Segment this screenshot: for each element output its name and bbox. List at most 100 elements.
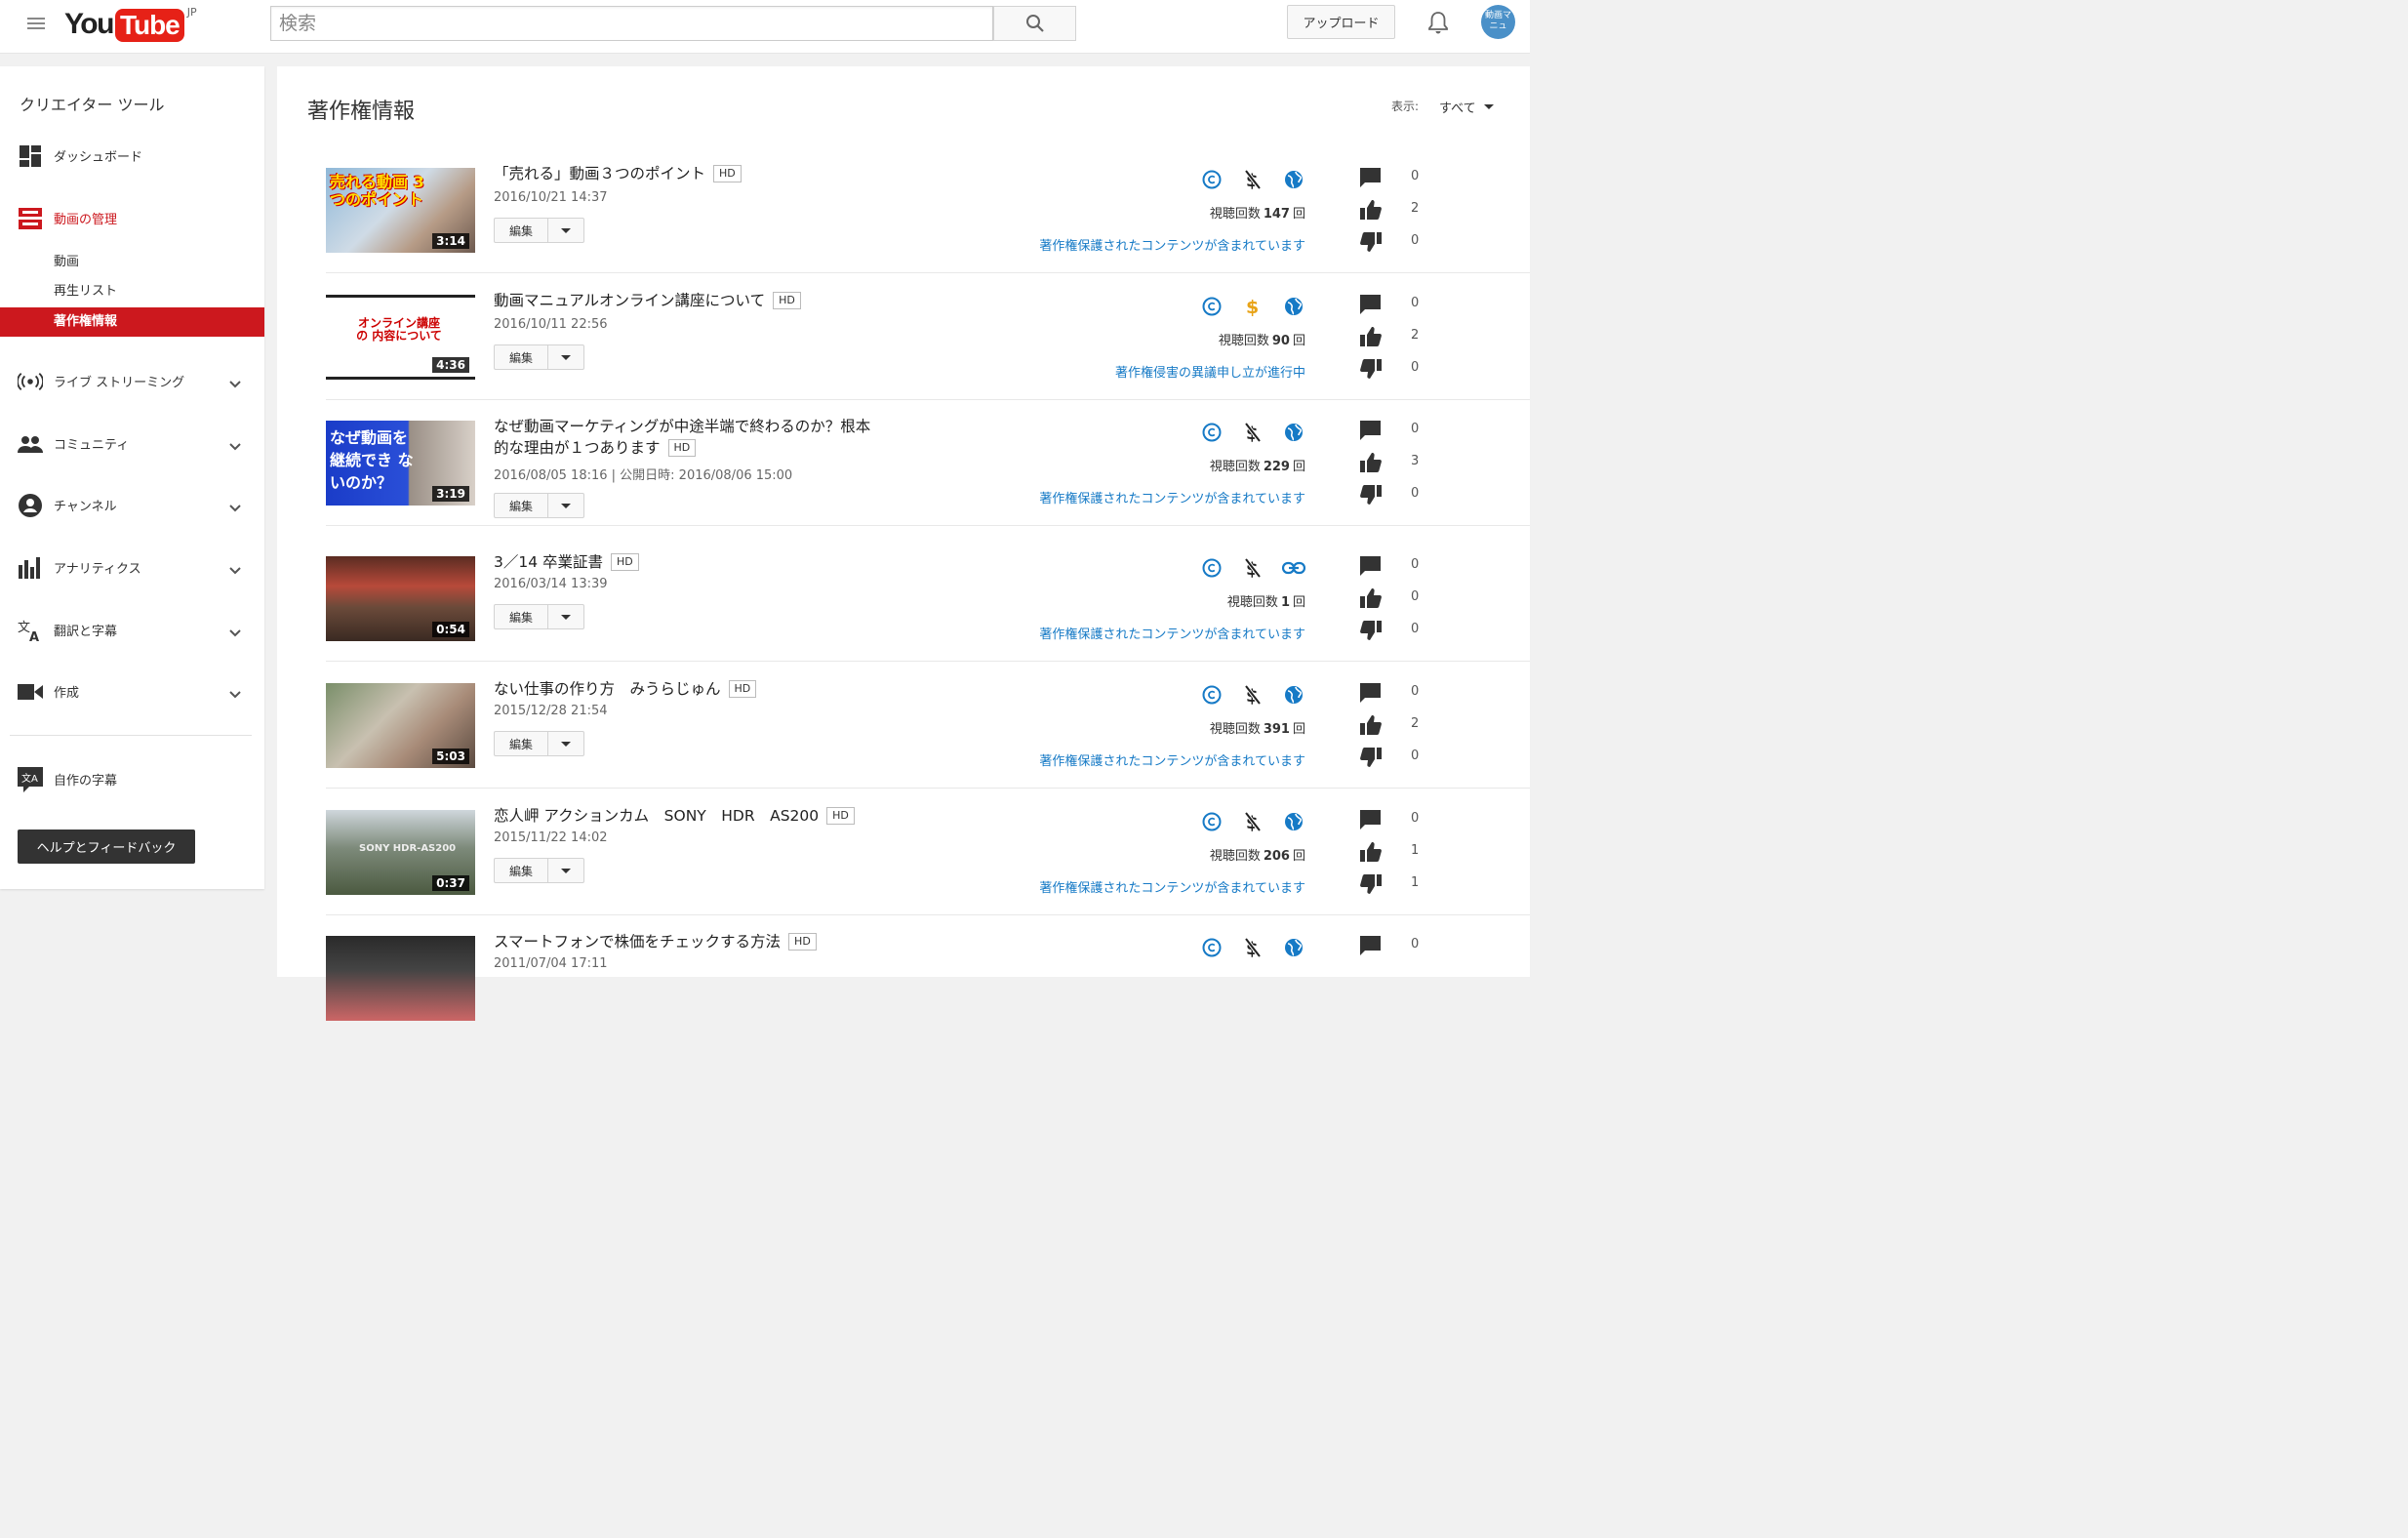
video-title[interactable]: 「売れる」動画３つのポイント HD bbox=[494, 163, 742, 184]
public-globe-icon[interactable] bbox=[1282, 810, 1305, 833]
edit-dropdown-button[interactable] bbox=[548, 732, 583, 755]
chevron-down-icon[interactable] bbox=[228, 561, 242, 580]
chevron-down-icon[interactable] bbox=[228, 437, 242, 456]
copyright-claim-link[interactable]: 著作権保護されたコンテンツが含まれています bbox=[1039, 750, 1305, 769]
video-row: SONY HDR-AS200 0:37 恋人岬 アクションカム SONY HDR A… bbox=[326, 789, 1530, 915]
video-date: 2011/07/04 17:11 bbox=[494, 956, 608, 971]
sidebar-subitem-copyright[interactable]: 著作権情報 bbox=[0, 307, 264, 337]
logo-region: JP bbox=[186, 6, 197, 19]
video-thumbnail[interactable]: SONY HDR-AS200 0:37 bbox=[326, 810, 475, 895]
sidebar-item-live-streaming[interactable]: ライブ ストリーミング bbox=[0, 361, 264, 400]
video-title[interactable]: 恋人岬 アクションカム SONY HDR AS200 HD bbox=[494, 805, 855, 827]
public-globe-icon[interactable] bbox=[1282, 168, 1305, 191]
notification-bell-icon[interactable] bbox=[1426, 10, 1450, 39]
copyright-claim-link[interactable]: 著作権保護されたコンテンツが含まれています bbox=[1039, 624, 1305, 642]
search-box bbox=[270, 6, 993, 41]
sidebar-item-video-manager[interactable]: 動画の管理 bbox=[0, 198, 264, 237]
sidebar-item-translations[interactable]: 文A 翻訳と字幕 bbox=[0, 610, 264, 649]
video-title[interactable]: 3／14 卒業証書 HD bbox=[494, 551, 639, 573]
sidebar-item-dashboard[interactable]: ダッシュボード bbox=[0, 136, 264, 175]
edit-button[interactable]: 編集 bbox=[495, 732, 548, 755]
video-thumbnail[interactable] bbox=[326, 936, 475, 1021]
not-monetized-icon[interactable]: $ bbox=[1241, 810, 1264, 833]
public-globe-icon[interactable] bbox=[1282, 683, 1305, 707]
search-input[interactable] bbox=[271, 7, 992, 40]
sidebar-item-channel[interactable]: チャンネル bbox=[0, 485, 264, 524]
chevron-down-icon[interactable] bbox=[228, 499, 242, 517]
video-thumbnail[interactable]: オンライン講座の 内容について 4:36 bbox=[326, 295, 475, 380]
sidebar-subitem-videos[interactable]: 動画 bbox=[0, 248, 264, 277]
sidebar-item-label: 翻訳と字幕 bbox=[54, 624, 118, 639]
chevron-down-icon[interactable] bbox=[228, 624, 242, 642]
edit-dropdown-button[interactable] bbox=[548, 859, 583, 882]
video-thumbnail[interactable]: なぜ動画を 継続でき ないのか？ 3:19 bbox=[326, 421, 475, 506]
edit-dropdown-button[interactable] bbox=[548, 219, 583, 242]
not-monetized-icon[interactable]: $ bbox=[1241, 683, 1264, 707]
video-thumbnail[interactable]: 5:03 bbox=[326, 683, 475, 768]
views-number: 147 bbox=[1263, 207, 1290, 222]
chevron-down-icon[interactable] bbox=[228, 375, 242, 393]
chevron-down-icon[interactable] bbox=[228, 685, 242, 704]
thumbs-up-icon bbox=[1360, 715, 1382, 739]
video-title[interactable]: なぜ動画マーケティングが中途半端で終わるのか？根本的な理由が１つあります HD bbox=[494, 416, 884, 459]
edit-button[interactable]: 編集 bbox=[495, 219, 548, 242]
filter-dropdown[interactable]: すべて bbox=[1439, 98, 1494, 116]
video-title[interactable]: ない仕事の作り方 みうらじゅん HD bbox=[494, 678, 757, 700]
main-content: 著作権情報 表示: すべて 売れる動画 3つのポイント 3:14 「売れる」動画３つ… bbox=[277, 66, 1530, 1021]
youtube-logo[interactable]: You Tube JP bbox=[64, 6, 197, 43]
copyright-icon[interactable] bbox=[1200, 810, 1224, 833]
copyright-icon[interactable] bbox=[1200, 556, 1224, 580]
edit-button[interactable]: 編集 bbox=[495, 345, 548, 369]
video-title[interactable]: スマートフォンで株価をチェックする方法 HD bbox=[494, 931, 817, 952]
help-feedback-button[interactable]: ヘルプとフィードバック bbox=[18, 830, 195, 864]
edit-button[interactable]: 編集 bbox=[495, 605, 548, 628]
copyright-icon[interactable] bbox=[1200, 683, 1224, 707]
not-monetized-icon[interactable]: $ bbox=[1241, 421, 1264, 444]
copyright-claim-link[interactable]: 著作権保護されたコンテンツが含まれています bbox=[1039, 488, 1305, 506]
video-thumbnail[interactable]: 0:54 bbox=[326, 556, 475, 641]
copyright-icon[interactable] bbox=[1200, 936, 1224, 959]
like-count: 1 bbox=[1411, 843, 1420, 858]
avatar[interactable]: 動画マニュ bbox=[1481, 5, 1515, 39]
copyright-icon[interactable] bbox=[1200, 168, 1224, 191]
copyright-icon[interactable] bbox=[1200, 295, 1224, 318]
sidebar-item-create[interactable]: 作成 bbox=[0, 671, 264, 710]
search-button[interactable] bbox=[993, 6, 1076, 41]
sidebar-item-community[interactable]: コミュニティ bbox=[0, 424, 264, 463]
likes-metric: 3 bbox=[1360, 451, 1438, 474]
menu-icon[interactable] bbox=[27, 16, 47, 31]
filter-value: すべて bbox=[1439, 101, 1476, 116]
public-globe-icon[interactable] bbox=[1282, 936, 1305, 959]
unlisted-link-icon[interactable] bbox=[1282, 556, 1305, 580]
public-globe-icon[interactable] bbox=[1282, 421, 1305, 444]
sidebar-item-own-subtitles[interactable]: 文A 自作の字幕 bbox=[0, 759, 264, 798]
dislikes-metric: 1 bbox=[1360, 872, 1438, 896]
view-count: 視聴回数 391 回 bbox=[1210, 718, 1305, 737]
public-globe-icon[interactable] bbox=[1282, 295, 1305, 318]
copyright-claim-link[interactable]: 著作権侵害の異議申し立が進行中 bbox=[1115, 362, 1305, 381]
sidebar-item-analytics[interactable]: アナリティクス bbox=[0, 547, 264, 587]
sidebar-subitem-playlists[interactable]: 再生リスト bbox=[0, 277, 264, 306]
edit-dropdown-button[interactable] bbox=[548, 605, 583, 628]
monetized-dollar-icon[interactable]: $ bbox=[1241, 295, 1264, 318]
copyright-icon[interactable] bbox=[1200, 421, 1224, 444]
not-monetized-icon[interactable]: $ bbox=[1241, 168, 1264, 191]
edit-button[interactable]: 編集 bbox=[495, 494, 548, 517]
video-thumbnail[interactable]: 売れる動画 3つのポイント 3:14 bbox=[326, 168, 475, 253]
hd-badge: HD bbox=[788, 933, 817, 951]
comment-count: 0 bbox=[1411, 811, 1420, 826]
copyright-claim-link[interactable]: 著作権保護されたコンテンツが含まれています bbox=[1039, 235, 1305, 254]
edit-button-group: 編集 bbox=[494, 604, 584, 629]
not-monetized-icon[interactable]: $ bbox=[1241, 936, 1264, 959]
video-title[interactable]: 動画マニュアルオンライン講座について HD bbox=[494, 290, 801, 311]
video-date: 2016/10/21 14:37 bbox=[494, 190, 608, 205]
video-row: なぜ動画を 継続でき ないのか？ 3:19 なぜ動画マーケティングが中途半端で終わる… bbox=[326, 399, 1530, 526]
edit-button[interactable]: 編集 bbox=[495, 859, 548, 882]
edit-dropdown-button[interactable] bbox=[548, 494, 583, 517]
sidebar-item-label: チャンネル bbox=[54, 499, 117, 514]
edit-dropdown-button[interactable] bbox=[548, 345, 583, 369]
video-title-text: 3／14 卒業証書 bbox=[494, 553, 604, 571]
upload-button[interactable]: アップロード bbox=[1287, 5, 1395, 39]
not-monetized-icon[interactable]: $ bbox=[1241, 556, 1264, 580]
copyright-claim-link[interactable]: 著作権保護されたコンテンツが含まれています bbox=[1039, 877, 1305, 896]
